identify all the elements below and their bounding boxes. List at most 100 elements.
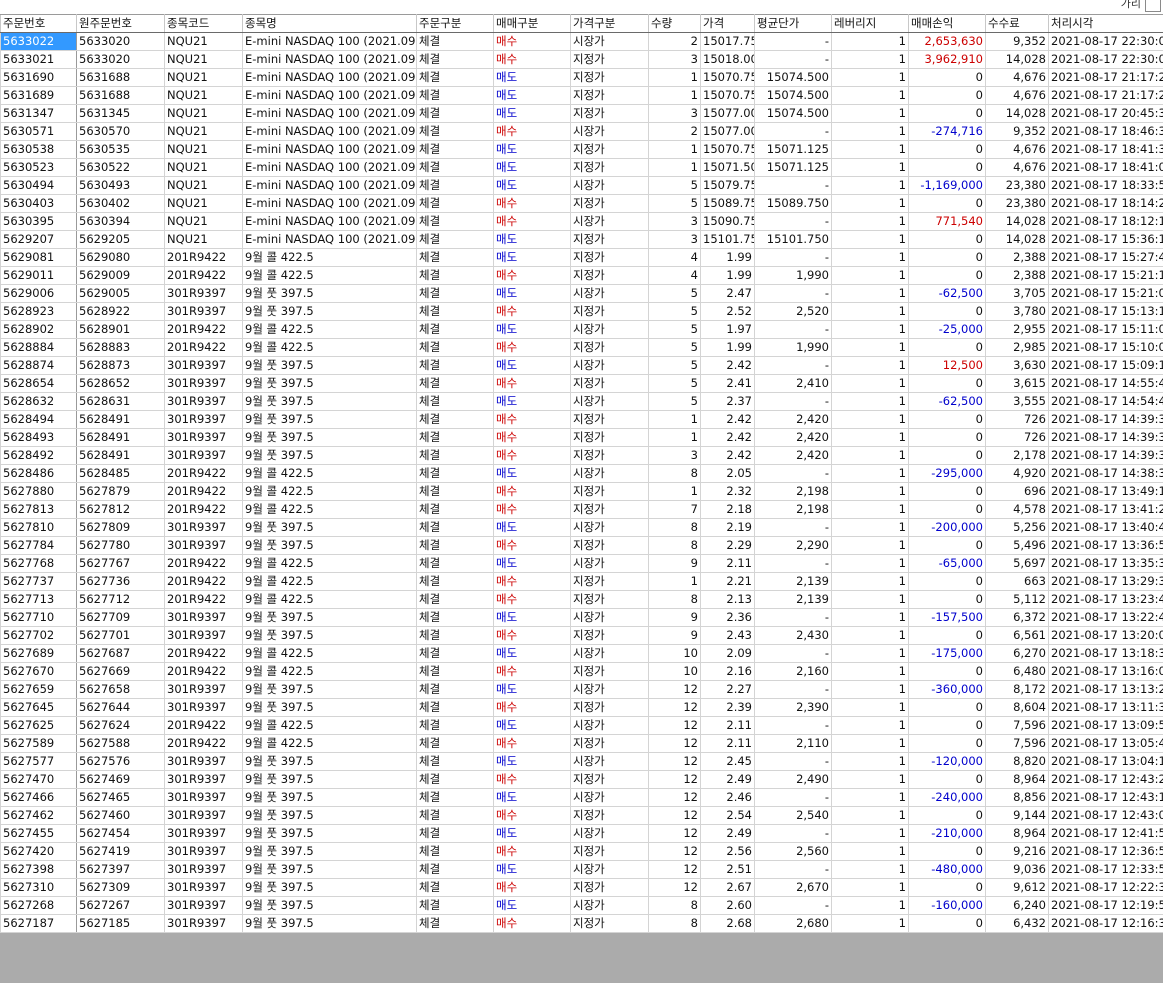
table-row[interactable]: 5630523 5630522 NQU21 E-mini NASDAQ 100 (20… bbox=[0, 158, 1163, 177]
table-row[interactable]: 5627813 5627812 201R9422 9월 콜 422.5 체결 매수 지정가 7… bbox=[0, 500, 1163, 519]
table-row[interactable]: 5627589 5627588 201R9422 9월 콜 422.5 체결 매수 지정가 1… bbox=[0, 734, 1163, 753]
cell-symbol-code: 201R9422 bbox=[164, 644, 243, 663]
cell-orig-order-no: 5627469 bbox=[76, 770, 165, 789]
cell-price: 2.68 bbox=[700, 914, 755, 933]
cell-price-type: 시장가 bbox=[570, 824, 649, 843]
cell-quantity: 12 bbox=[648, 842, 701, 861]
cell-order-no: 5631690 bbox=[0, 68, 77, 87]
cell-leverage: 1 bbox=[831, 536, 909, 555]
table-row[interactable]: 5627187 5627185 301R9397 9월 풋 397.5 체결 매수 지정가 8… bbox=[0, 914, 1163, 933]
cell-processed-time: 2021-08-17 13:16:08 bbox=[1048, 662, 1163, 681]
cell-quantity: 1 bbox=[648, 158, 701, 177]
table-row[interactable]: 5627470 5627469 301R9397 9월 풋 397.5 체결 매수 지정가 1… bbox=[0, 770, 1163, 789]
table-row[interactable]: 5633021 5633020 NQU21 E-mini NASDAQ 100 (20… bbox=[0, 50, 1163, 69]
table-row[interactable]: 5627737 5627736 201R9422 9월 콜 422.5 체결 매수 지정가 1… bbox=[0, 572, 1163, 591]
cell-quantity: 12 bbox=[648, 698, 701, 717]
cell-symbol-name: 9월 풋 397.5 bbox=[242, 626, 417, 645]
cell-pnl: 0 bbox=[908, 806, 986, 825]
cell-orig-order-no: 5627812 bbox=[76, 500, 165, 519]
cell-symbol-name: 9월 풋 397.5 bbox=[242, 356, 417, 375]
column-header-price[interactable]: 가격 bbox=[700, 14, 755, 33]
cell-price: 15018.00 bbox=[700, 50, 755, 69]
cell-price-type: 지정가 bbox=[570, 410, 649, 429]
cell-orig-order-no: 5628901 bbox=[76, 320, 165, 339]
table-row[interactable]: 5630395 5630394 NQU21 E-mini NASDAQ 100 (20… bbox=[0, 212, 1163, 231]
table-row[interactable]: 5630403 5630402 NQU21 E-mini NASDAQ 100 (20… bbox=[0, 194, 1163, 213]
table-row[interactable]: 5627310 5627309 301R9397 9월 풋 397.5 체결 매수 지정가 1… bbox=[0, 878, 1163, 897]
table-row[interactable]: 5627462 5627460 301R9397 9월 풋 397.5 체결 매수 지정가 1… bbox=[0, 806, 1163, 825]
table-row[interactable]: 5627645 5627644 301R9397 9월 풋 397.5 체결 매수 지정가 1… bbox=[0, 698, 1163, 717]
cell-order-no: 5630523 bbox=[0, 158, 77, 177]
table-row[interactable]: 5629207 5629205 NQU21 E-mini NASDAQ 100 (20… bbox=[0, 230, 1163, 249]
cell-avg-price: 2,540 bbox=[754, 806, 832, 825]
column-header-pnl[interactable]: 매매손익 bbox=[908, 14, 986, 33]
table-row[interactable]: 5628494 5628491 301R9397 9월 풋 397.5 체결 매수 지정가 1… bbox=[0, 410, 1163, 429]
table-row[interactable]: 5627420 5627419 301R9397 9월 풋 397.5 체결 매수 지정가 1… bbox=[0, 842, 1163, 861]
table-row[interactable]: 5628632 5628631 301R9397 9월 풋 397.5 체결 매도 시장가 5… bbox=[0, 392, 1163, 411]
cell-orig-order-no: 5627709 bbox=[76, 608, 165, 627]
column-header-symbol-name[interactable]: 종목명 bbox=[242, 14, 417, 33]
table-row[interactable]: 5627577 5627576 301R9397 9월 풋 397.5 체결 매도 시장가 1… bbox=[0, 752, 1163, 771]
cell-fee: 9,036 bbox=[985, 860, 1049, 879]
column-header-price-type[interactable]: 가격구분 bbox=[570, 14, 649, 33]
table-row[interactable]: 5628923 5628922 301R9397 9월 풋 397.5 체결 매수 지정가 5… bbox=[0, 302, 1163, 321]
cell-side: 매도 bbox=[493, 680, 571, 699]
table-row[interactable]: 5628884 5628883 201R9422 9월 콜 422.5 체결 매수 지정가 5… bbox=[0, 338, 1163, 357]
column-header-order-type[interactable]: 주문구분 bbox=[416, 14, 494, 33]
table-row[interactable]: 5627710 5627709 301R9397 9월 풋 397.5 체결 매도 시장가 9… bbox=[0, 608, 1163, 627]
table-row[interactable]: 5629011 5629009 201R9422 9월 콜 422.5 체결 매수 지정가 4… bbox=[0, 266, 1163, 285]
table-row[interactable]: 5627689 5627687 201R9422 9월 콜 422.5 체결 매도 시장가 1… bbox=[0, 644, 1163, 663]
cell-leverage: 1 bbox=[831, 770, 909, 789]
table-row[interactable]: 5628492 5628491 301R9397 9월 풋 397.5 체결 매수 지정가 3… bbox=[0, 446, 1163, 465]
table-row[interactable]: 5627810 5627809 301R9397 9월 풋 397.5 체결 매도 시장가 8… bbox=[0, 518, 1163, 537]
column-header-quantity[interactable]: 수량 bbox=[648, 14, 701, 33]
table-row[interactable]: 5628493 5628491 301R9397 9월 풋 397.5 체결 매수 지정가 1… bbox=[0, 428, 1163, 447]
corner-checkbox[interactable] bbox=[1145, 0, 1161, 12]
table-row[interactable]: 5630538 5630535 NQU21 E-mini NASDAQ 100 (20… bbox=[0, 140, 1163, 159]
cell-fee: 3,630 bbox=[985, 356, 1049, 375]
cell-order-type: 체결 bbox=[416, 914, 494, 933]
table-row[interactable]: 5633022 5633020 NQU21 E-mini NASDAQ 100 (20… bbox=[0, 32, 1163, 51]
table-row[interactable]: 5628486 5628485 201R9422 9월 콜 422.5 체결 매도 시장가 8… bbox=[0, 464, 1163, 483]
table-row[interactable]: 5627625 5627624 201R9422 9월 콜 422.5 체결 매도 시장가 1… bbox=[0, 716, 1163, 735]
table-row[interactable]: 5627713 5627712 201R9422 9월 콜 422.5 체결 매수 지정가 8… bbox=[0, 590, 1163, 609]
column-header-side[interactable]: 매매구분 bbox=[493, 14, 571, 33]
cell-order-no: 5627268 bbox=[0, 896, 77, 915]
table-row[interactable]: 5631690 5631688 NQU21 E-mini NASDAQ 100 (20… bbox=[0, 68, 1163, 87]
table-row[interactable]: 5627455 5627454 301R9397 9월 풋 397.5 체결 매도 시장가 1… bbox=[0, 824, 1163, 843]
table-row[interactable]: 5630494 5630493 NQU21 E-mini NASDAQ 100 (20… bbox=[0, 176, 1163, 195]
cell-avg-price: 2,139 bbox=[754, 590, 832, 609]
table-row[interactable]: 5628654 5628652 301R9397 9월 풋 397.5 체결 매수 지정가 5… bbox=[0, 374, 1163, 393]
column-header-order-no[interactable]: 주문번호 bbox=[0, 14, 77, 33]
cell-price-type: 지정가 bbox=[570, 338, 649, 357]
table-row[interactable]: 5627880 5627879 201R9422 9월 콜 422.5 체결 매수 지정가 1… bbox=[0, 482, 1163, 501]
table-row[interactable]: 5629006 5629005 301R9397 9월 풋 397.5 체결 매도 시장가 5… bbox=[0, 284, 1163, 303]
table-row[interactable]: 5627768 5627767 201R9422 9월 콜 422.5 체결 매도 시장가 9… bbox=[0, 554, 1163, 573]
cell-symbol-code: NQU21 bbox=[164, 50, 243, 69]
table-row[interactable]: 5630571 5630570 NQU21 E-mini NASDAQ 100 (20… bbox=[0, 122, 1163, 141]
cell-price-type: 시장가 bbox=[570, 464, 649, 483]
table-row[interactable]: 5627659 5627658 301R9397 9월 풋 397.5 체결 매도 시장가 1… bbox=[0, 680, 1163, 699]
table-row[interactable]: 5627398 5627397 301R9397 9월 풋 397.5 체결 매도 시장가 1… bbox=[0, 860, 1163, 879]
cell-leverage: 1 bbox=[831, 788, 909, 807]
table-row[interactable]: 5627702 5627701 301R9397 9월 풋 397.5 체결 매수 지정가 9… bbox=[0, 626, 1163, 645]
column-header-orig-order-no[interactable]: 원주문번호 bbox=[76, 14, 165, 33]
table-row[interactable]: 5629081 5629080 201R9422 9월 콜 422.5 체결 매도 지정가 4… bbox=[0, 248, 1163, 267]
table-row[interactable]: 5627670 5627669 201R9422 9월 콜 422.5 체결 매수 지정가 1… bbox=[0, 662, 1163, 681]
table-row[interactable]: 5627466 5627465 301R9397 9월 풋 397.5 체결 매도 시장가 1… bbox=[0, 788, 1163, 807]
table-row[interactable]: 5628874 5628873 301R9397 9월 풋 397.5 체결 매도 시장가 5… bbox=[0, 356, 1163, 375]
table-row[interactable]: 5627268 5627267 301R9397 9월 풋 397.5 체결 매도 시장가 8… bbox=[0, 896, 1163, 915]
cell-symbol-name: 9월 콜 422.5 bbox=[242, 464, 417, 483]
cell-order-no: 5627398 bbox=[0, 860, 77, 879]
column-header-processed-time[interactable]: 처리시각 bbox=[1048, 14, 1163, 33]
cell-processed-time: 2021-08-17 18:12:12 bbox=[1048, 212, 1163, 231]
table-row[interactable]: 5631347 5631345 NQU21 E-mini NASDAQ 100 (20… bbox=[0, 104, 1163, 123]
cell-pnl: -62,500 bbox=[908, 284, 986, 303]
column-header-leverage[interactable]: 레버리지 bbox=[831, 14, 909, 33]
table-row[interactable]: 5628902 5628901 201R9422 9월 콜 422.5 체결 매도 시장가 5… bbox=[0, 320, 1163, 339]
table-row[interactable]: 5631689 5631688 NQU21 E-mini NASDAQ 100 (20… bbox=[0, 86, 1163, 105]
column-header-symbol-code[interactable]: 종목코드 bbox=[164, 14, 243, 33]
column-header-fee[interactable]: 수수료 bbox=[985, 14, 1049, 33]
column-header-avg-price[interactable]: 평균단가 bbox=[754, 14, 832, 33]
table-row[interactable]: 5627784 5627780 301R9397 9월 풋 397.5 체결 매수 지정가 8… bbox=[0, 536, 1163, 555]
